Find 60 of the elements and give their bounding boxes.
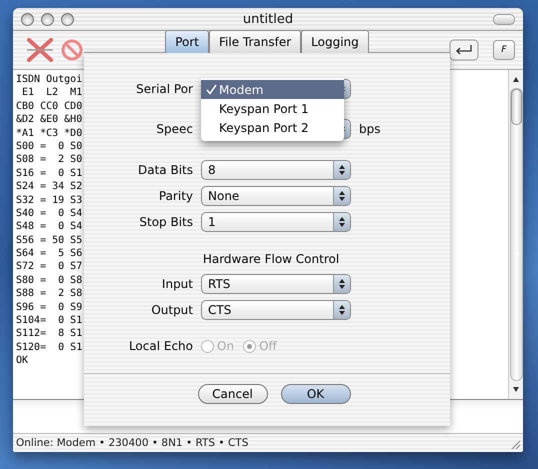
terminal-line: S56 = 50 S5 [16, 234, 82, 248]
terminal-line: ISDN Outgoi [16, 73, 82, 86]
tab[interactable]: File Transfer [209, 30, 302, 53]
popup-button[interactable]: 1 [201, 212, 351, 232]
popup-button[interactable]: RTS [201, 274, 351, 294]
close-button[interactable] [21, 12, 34, 26]
terminal-line: S32 = 19 S3 [16, 194, 82, 207]
ok-button[interactable]: OK [280, 384, 350, 404]
popup-button[interactable]: CTS [201, 300, 351, 320]
window-title: untitled [242, 12, 294, 26]
terminal-line: S08 = 2 S0 [16, 153, 82, 167]
terminal-line: &D2 &E0 &H0 [16, 113, 82, 127]
status-text: Online: Modem • 230400 • 8N1 • RTS • CTS [16, 437, 248, 449]
menu-item[interactable]: Modem [201, 80, 344, 99]
tab[interactable]: Logging [301, 30, 369, 53]
zoom-button[interactable] [61, 12, 74, 26]
terminal-line: E1 L2 M1 [21, 86, 82, 100]
scroll-thumb[interactable] [510, 89, 522, 125]
terminal-line: S96 = 0 S9 [16, 300, 82, 314]
minimize-button[interactable] [41, 12, 54, 26]
function-key-button[interactable]: F [493, 40, 515, 60]
section-heading: Hardware Flow Control [202, 252, 340, 266]
field-label: Serial Por [135, 82, 193, 96]
terminal-line: S72 = 0 S7 [16, 260, 82, 274]
terminal-line: S00 = 0 S0 [16, 140, 82, 154]
terminal-line: CB0 CC0 CD0 [16, 100, 82, 114]
close-icon[interactable] [26, 38, 54, 62]
terminal-line: *A1 *C3 *D0 [16, 126, 82, 140]
terminal-line: S80 = 0 S8 [16, 274, 82, 288]
field-label: Input [160, 277, 193, 291]
resize-grip-icon[interactable] [509, 438, 521, 450]
terminal-line: S120= 0 S1 [16, 340, 82, 354]
field-label: Output [150, 303, 193, 317]
unit-label: bps [359, 122, 382, 136]
terminal-line: S48 = 0 S4 [16, 220, 82, 234]
terminal-line: S24 = 34 S2 [16, 180, 82, 194]
scroll-bar[interactable] [508, 70, 523, 399]
field-label: Data Bits [137, 163, 193, 177]
field-label: Speec [155, 122, 193, 136]
cancel-button[interactable]: Cancel [198, 384, 268, 404]
field-label: Parity [158, 189, 193, 203]
popup-button[interactable]: None [201, 186, 351, 206]
terminal-line: S104= 0 S1 [16, 314, 82, 328]
terminal-line: S112= 8 S1 [16, 327, 82, 341]
tab[interactable]: Port [165, 30, 210, 53]
field-label: Local Echo [128, 339, 193, 353]
radio-label: Off [259, 339, 277, 353]
terminal-line: S40 = 0 S4 [16, 206, 82, 220]
radio-label: On [217, 339, 234, 353]
toolbar-toggle-button[interactable] [493, 14, 515, 24]
menu-item[interactable]: Keyspan Port 2 [201, 118, 344, 137]
prohibited-icon[interactable] [60, 38, 84, 62]
terminal-line: S88 = 2 S8 [16, 287, 82, 301]
menu-item[interactable]: Keyspan Port 1 [201, 99, 344, 118]
popup-button[interactable]: 8 [201, 160, 351, 180]
terminal-line: OK [16, 354, 28, 368]
return-key-icon[interactable] [449, 39, 479, 61]
field-label: Stop Bits [138, 215, 193, 229]
terminal-line: S16 = 0 S1 [16, 166, 82, 180]
terminal-line: S64 = 5 S6 [16, 247, 82, 260]
